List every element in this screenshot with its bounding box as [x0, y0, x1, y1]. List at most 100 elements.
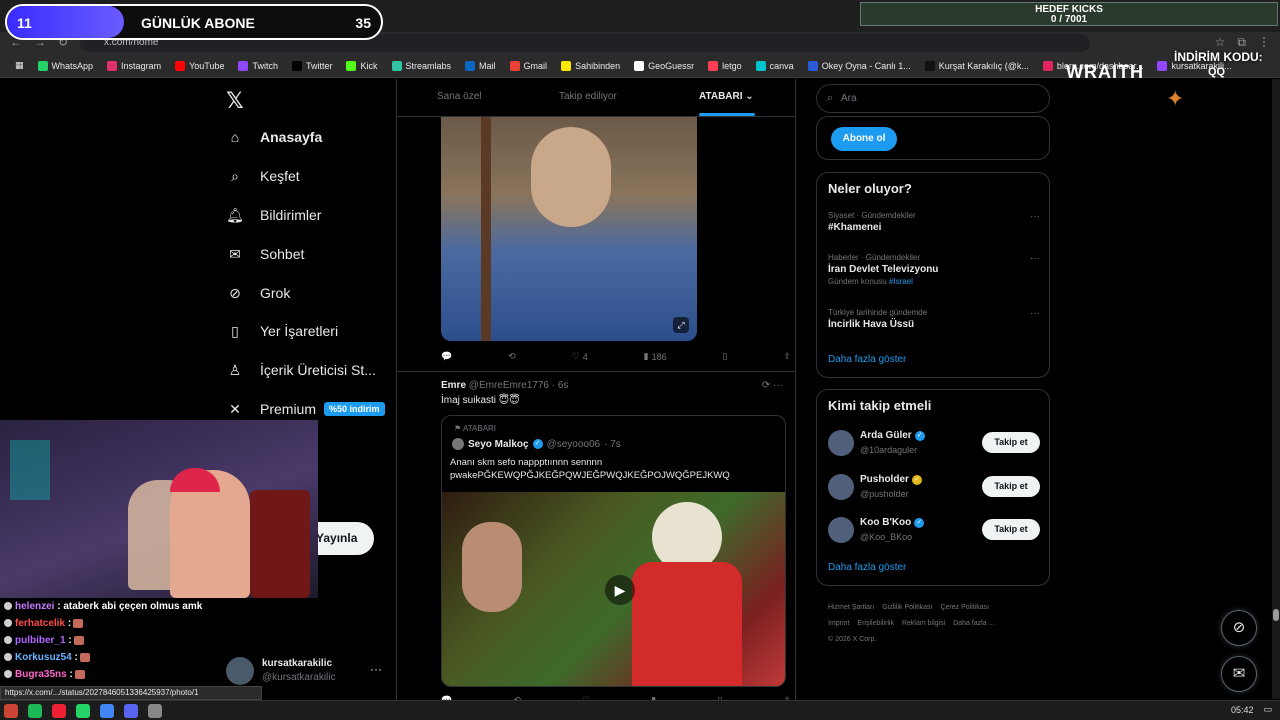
bookmark-star-icon[interactable]: ☆: [1215, 35, 1226, 50]
staff: [481, 117, 491, 341]
bookmark-item[interactable]: Mail: [458, 60, 503, 71]
bookmark-item[interactable]: Gmail: [503, 60, 555, 71]
trend-item[interactable]: Haberler · Gündemdekiler İran Devlet Tele…: [828, 253, 1040, 286]
bookmark-item[interactable]: GeoGuessr: [627, 60, 701, 71]
bookmark-item[interactable]: YouTube: [168, 60, 231, 71]
bookmark-favicon-icon: [291, 60, 302, 71]
footer-link[interactable]: Imprint: [828, 620, 849, 627]
follow-show-more[interactable]: Daha fazla göster: [828, 562, 906, 573]
follow-button[interactable]: Takip et: [982, 519, 1040, 540]
quoted-text: Ananı skm sefo nappptıınnn sennnn pwakeP…: [450, 457, 730, 481]
x-logo-icon[interactable]: 𝕏: [226, 88, 244, 114]
bookmark-favicon-icon: [1042, 60, 1053, 71]
nav-item-4[interactable]: ⊘ Grok: [226, 284, 290, 302]
tab-for-you[interactable]: Sana özel: [437, 91, 481, 102]
bookmark-item[interactable]: Kurşat Karakılıç (@k...: [918, 60, 1036, 71]
extensions-icon[interactable]: ⧉: [1237, 35, 1246, 50]
nav-item-5[interactable]: ▯ Yer İşaretleri: [226, 322, 338, 340]
avatar: [828, 430, 854, 456]
discord-icon[interactable]: [124, 704, 138, 718]
footer-link[interactable]: Reklam bilgisi: [902, 620, 945, 627]
whatsapp-icon[interactable]: [76, 704, 90, 718]
bookmark-favicon-icon: [391, 60, 402, 71]
settings-icon[interactable]: [148, 704, 162, 718]
more-icon[interactable]: ···: [1030, 308, 1040, 319]
bookmark-item[interactable]: letgo: [701, 60, 749, 71]
spotify-icon[interactable]: [28, 704, 42, 718]
messages-icon[interactable]: ✉: [1221, 656, 1257, 692]
trends-show-more[interactable]: Daha fazla göster: [828, 354, 906, 365]
share-icon[interactable]: ⇪: [783, 351, 791, 362]
quoted-video[interactable]: ▶: [442, 492, 785, 686]
follow-suggestion[interactable]: Pusholder ✓ @pusholder Takip et: [828, 472, 1040, 506]
follow-button[interactable]: Takip et: [982, 476, 1040, 497]
footer-links: Hizmet Şartları Gizlilik Politikası Çerez …: [828, 600, 1048, 648]
clock: 05:42: [1230, 704, 1254, 715]
follow-button[interactable]: Takip et: [982, 432, 1040, 453]
apps-icon[interactable]: ▦: [8, 60, 31, 71]
chat-message: helenzei : ataberk abi çeçen olmus amk: [0, 598, 320, 615]
bookmark-item[interactable]: Twitch: [231, 60, 285, 71]
nav-item-7[interactable]: ✕ Premium %50 indirim: [226, 400, 385, 418]
tab-atabari[interactable]: ATABARI ⌄: [699, 91, 754, 102]
footer-link[interactable]: © 2026 X Corp.: [828, 636, 876, 643]
trend-item[interactable]: Siyaset · Gündemdekiler #Khamenei ···: [828, 211, 1040, 233]
emote-icon: [73, 618, 84, 628]
bookmark-item[interactable]: canva: [749, 60, 801, 71]
more-icon[interactable]: ···: [370, 662, 382, 676]
quoted-post[interactable]: ⚑ ATABARI Seyo Malkoç ✓ @seyooo06 · 7s A…: [441, 415, 786, 687]
nav-item-0[interactable]: ⌂ Anasayfa: [226, 128, 323, 146]
scrollbar[interactable]: [1272, 79, 1280, 699]
chevron-down-icon: ⌄: [745, 91, 754, 102]
reply-icon[interactable]: 💬: [441, 351, 452, 362]
menu-icon[interactable]: ⋮: [1258, 35, 1270, 50]
taskbar: 05:42 ▭: [0, 700, 1280, 720]
promo-code-label: İNDİRİM KODU:: [1174, 50, 1263, 64]
wraith-logo: WRAITH: [1066, 62, 1144, 82]
trend-item[interactable]: Türkiye tarihinde gündemde İncirlik Hava …: [828, 308, 1040, 330]
views-button[interactable]: ▮ 186: [644, 351, 667, 362]
search-input[interactable]: ⌕ Ara: [816, 84, 1050, 113]
bookmark-item[interactable]: Kick: [339, 60, 384, 71]
repost-icon[interactable]: ⟲: [508, 351, 516, 362]
bookmark-icon[interactable]: ▯: [723, 351, 728, 362]
bookmark-item[interactable]: Streamlabs: [385, 60, 459, 71]
subscribe-button[interactable]: Abone ol: [831, 127, 897, 151]
notification-icon[interactable]: ▭: [1263, 704, 1272, 715]
more-icon[interactable]: ···: [1030, 211, 1040, 222]
bookmark-item[interactable]: Okey Oyna - Canlı 1...: [801, 60, 918, 71]
bookmark-item[interactable]: Instagram: [100, 60, 168, 71]
nav-item-6[interactable]: ♙ İçerik Üreticisi St...: [226, 361, 376, 379]
bookmark-favicon-icon: [509, 60, 520, 71]
nav-item-1[interactable]: ⌕ Keşfet: [226, 167, 300, 185]
more-icon[interactable]: ⟳ ···: [762, 380, 783, 391]
bookmark-item[interactable]: Twitter: [285, 60, 340, 71]
tab-following[interactable]: Takip ediliyor: [559, 91, 617, 102]
bookmark-item[interactable]: WhatsApp: [31, 60, 101, 71]
app-icon[interactable]: [4, 704, 18, 718]
follow-suggestion[interactable]: Koo B'Koo ✓ @Koo_BKoo Takip et: [828, 515, 1040, 549]
footer-link[interactable]: Gizlilik Politikası: [882, 604, 932, 611]
follow-suggestion[interactable]: Arda Güler ✓ @10ardaguler Takip et: [828, 428, 1040, 462]
nav-item-2[interactable]: 🔔︎ Bildirimler: [226, 206, 321, 224]
bookmark-favicon-icon: [238, 60, 249, 71]
grok-icon[interactable]: ⊘: [1221, 610, 1257, 646]
search-icon: ⌕: [231, 167, 239, 184]
like-button[interactable]: ♡ 4: [572, 351, 588, 362]
post-image[interactable]: ⤢: [441, 117, 697, 341]
x-icon: ✕: [229, 400, 241, 417]
user-badge-icon: [4, 602, 12, 611]
footer-link[interactable]: Daha fazla ...: [953, 620, 994, 627]
bookmark-item[interactable]: Sahibinden: [554, 60, 627, 71]
footer-link[interactable]: Hizmet Şartları: [828, 604, 874, 611]
more-icon[interactable]: ···: [1030, 253, 1040, 264]
play-icon[interactable]: ▶: [605, 575, 635, 605]
obs-icon[interactable]: [52, 704, 66, 718]
footer-link[interactable]: Çerez Politikası: [940, 604, 989, 611]
image-expand-icon[interactable]: ⤢: [673, 317, 689, 333]
chrome-icon[interactable]: [100, 704, 114, 718]
quoted-author: Seyo Malkoç ✓ @seyooo06 · 7s: [452, 438, 621, 450]
post2-author[interactable]: Emre @EmreEmre1776 · 6s: [441, 380, 568, 391]
nav-item-3[interactable]: ✉ Sohbet: [226, 245, 304, 263]
footer-link[interactable]: Erişilebilirlik: [857, 620, 894, 627]
